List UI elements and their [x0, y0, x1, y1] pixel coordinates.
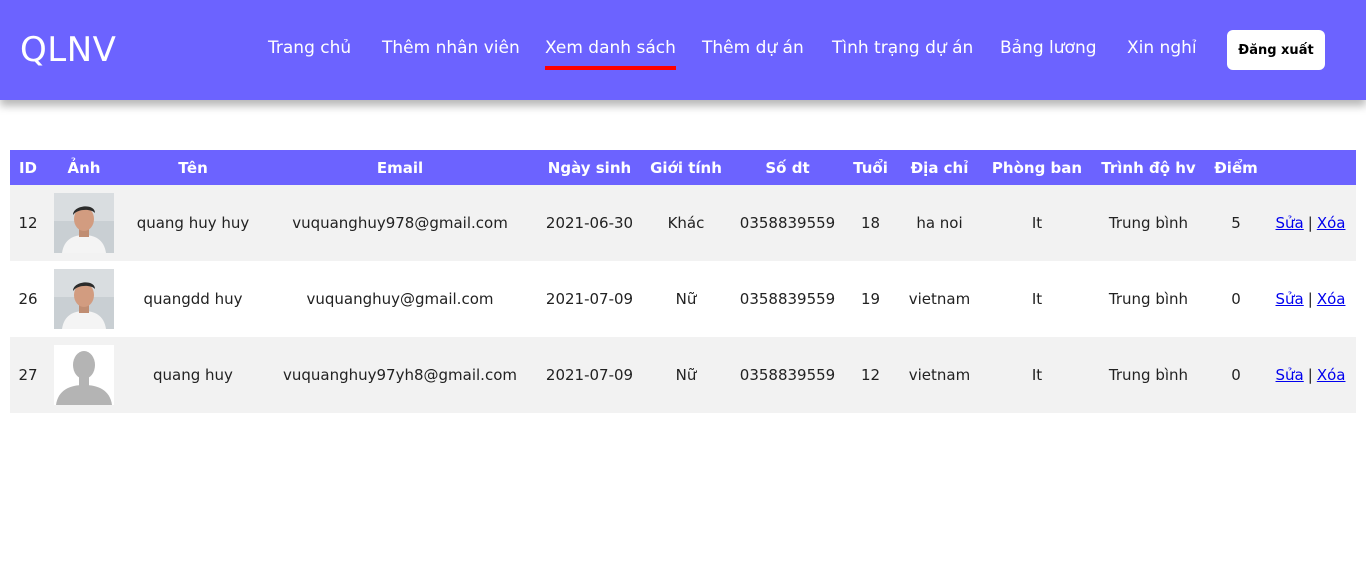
nav-xem-danh-sach[interactable]: Xem danh sách	[545, 38, 676, 70]
edit-link[interactable]: Sửa	[1276, 366, 1304, 384]
table-row: 27 quang huy vuquanghuy97yh8@gmail.com 2…	[10, 337, 1356, 413]
cell-score: 0	[1207, 337, 1265, 413]
employee-photo	[54, 193, 114, 253]
cell-department: It	[984, 261, 1090, 337]
table-row: 26 quangdd huy vuquanghuy@gmail.com 2021…	[10, 261, 1356, 337]
cell-score: 5	[1207, 185, 1265, 261]
col-header-name: Tên	[122, 150, 264, 185]
cell-id: 26	[10, 261, 46, 337]
col-header-score: Điểm	[1207, 150, 1265, 185]
cell-education: Trung bình	[1090, 185, 1207, 261]
table-row: 12 quang huy huy vuquanghuy978@gmail.com…	[10, 185, 1356, 261]
delete-link[interactable]: Xóa	[1317, 366, 1346, 384]
cell-age: 12	[846, 337, 895, 413]
cell-email: vuquanghuy@gmail.com	[264, 261, 536, 337]
cell-phone: 0358839559	[729, 261, 846, 337]
cell-id: 12	[10, 185, 46, 261]
cell-department: It	[984, 185, 1090, 261]
nav-bang-luong[interactable]: Bảng lương	[1000, 38, 1097, 58]
cell-email: vuquanghuy97yh8@gmail.com	[264, 337, 536, 413]
delete-link[interactable]: Xóa	[1317, 290, 1346, 308]
employee-photo	[54, 269, 114, 329]
cell-email: vuquanghuy978@gmail.com	[264, 185, 536, 261]
col-header-id: ID	[10, 150, 46, 185]
cell-gender: Nữ	[643, 261, 729, 337]
col-header-phone: Số dt	[729, 150, 846, 185]
cell-age: 18	[846, 185, 895, 261]
cell-gender: Khác	[643, 185, 729, 261]
col-header-age: Tuổi	[846, 150, 895, 185]
col-header-education: Trình độ hv	[1090, 150, 1207, 185]
cell-actions: Sửa | Xóa	[1265, 261, 1356, 337]
col-header-gender: Giới tính	[643, 150, 729, 185]
cell-dob: 2021-06-30	[536, 185, 643, 261]
col-header-photo: Ảnh	[46, 150, 122, 185]
col-header-address: Địa chỉ	[895, 150, 984, 185]
edit-link[interactable]: Sửa	[1276, 290, 1304, 308]
nav-trang-chu[interactable]: Trang chủ	[268, 38, 351, 58]
cell-education: Trung bình	[1090, 337, 1207, 413]
cell-photo	[46, 185, 122, 261]
nav-them-du-an[interactable]: Thêm dự án	[702, 38, 804, 58]
cell-name: quang huy huy	[122, 185, 264, 261]
cell-phone: 0358839559	[729, 337, 846, 413]
col-header-dob: Ngày sinh	[536, 150, 643, 185]
cell-address: vietnam	[895, 261, 984, 337]
table-header-row: ID Ảnh Tên Email Ngày sinh Giới tính Số …	[10, 150, 1356, 185]
action-separator: |	[1307, 214, 1313, 232]
nav-tinh-trang-du-an[interactable]: Tình trạng dự án	[832, 38, 973, 58]
cell-dob: 2021-07-09	[536, 337, 643, 413]
cell-photo	[46, 337, 122, 413]
col-header-department: Phòng ban	[984, 150, 1090, 185]
logout-button[interactable]: Đăng xuất	[1227, 30, 1325, 70]
cell-actions: Sửa | Xóa	[1265, 337, 1356, 413]
employee-table: ID Ảnh Tên Email Ngày sinh Giới tính Số …	[10, 150, 1356, 413]
nav-them-nhan-vien[interactable]: Thêm nhân viên	[382, 38, 520, 58]
cell-name: quang huy	[122, 337, 264, 413]
action-separator: |	[1307, 290, 1313, 308]
cell-address: ha noi	[895, 185, 984, 261]
cell-gender: Nữ	[643, 337, 729, 413]
cell-education: Trung bình	[1090, 261, 1207, 337]
cell-score: 0	[1207, 261, 1265, 337]
nav-xin-nghi[interactable]: Xin nghỉ	[1127, 38, 1197, 58]
col-header-email: Email	[264, 150, 536, 185]
delete-link[interactable]: Xóa	[1317, 214, 1346, 232]
edit-link[interactable]: Sửa	[1276, 214, 1304, 232]
app-logo[interactable]: QLNV	[20, 30, 116, 70]
cell-department: It	[984, 337, 1090, 413]
cell-id: 27	[10, 337, 46, 413]
cell-name: quangdd huy	[122, 261, 264, 337]
cell-phone: 0358839559	[729, 185, 846, 261]
cell-actions: Sửa | Xóa	[1265, 185, 1356, 261]
default-avatar-icon	[54, 345, 114, 405]
cell-age: 19	[846, 261, 895, 337]
cell-photo	[46, 261, 122, 337]
cell-address: vietnam	[895, 337, 984, 413]
col-header-actions	[1265, 150, 1356, 185]
top-navbar: QLNV Trang chủ Thêm nhân viên Xem danh s…	[0, 0, 1366, 100]
action-separator: |	[1307, 366, 1313, 384]
cell-dob: 2021-07-09	[536, 261, 643, 337]
